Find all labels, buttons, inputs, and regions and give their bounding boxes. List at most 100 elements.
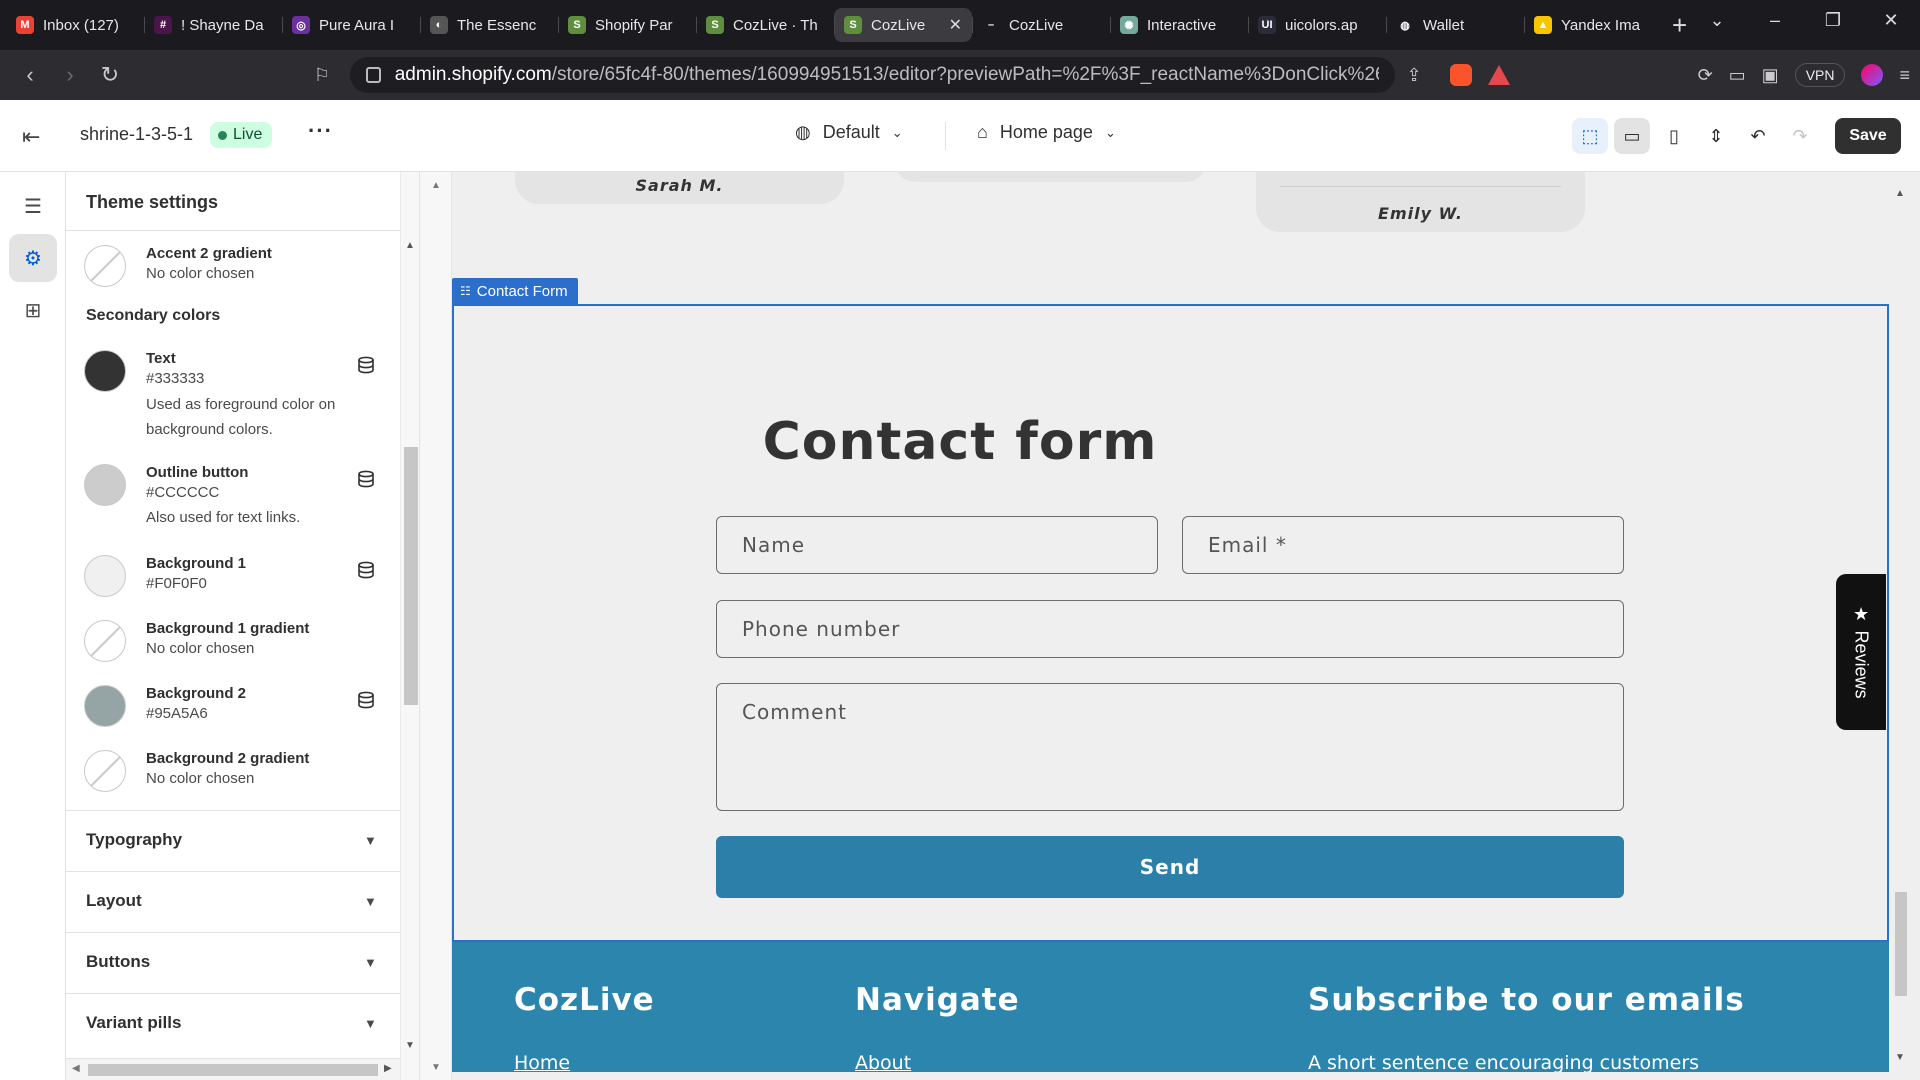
more-actions-button[interactable]: ···: [308, 118, 333, 144]
preview-left-scrollbar[interactable]: ▲ ▼: [420, 172, 452, 1080]
database-icon[interactable]: [357, 691, 375, 709]
site-settings-icon[interactable]: [366, 67, 381, 83]
scroll-left-icon[interactable]: ◀: [72, 1063, 80, 1074]
back-icon[interactable]: ‹: [10, 62, 50, 88]
panel-divider: [66, 230, 400, 231]
desktop-view-icon[interactable]: ▭: [1614, 118, 1650, 154]
leo-ai-icon[interactable]: ⟳: [1698, 65, 1713, 86]
browser-tab[interactable]: – CozLive: [972, 8, 1110, 42]
inspector-icon[interactable]: ⬚: [1572, 118, 1608, 154]
footer-link-home[interactable]: Home: [514, 1052, 570, 1072]
browser-tab[interactable]: M Inbox (127): [6, 8, 144, 42]
theme-settings-icon[interactable]: ⚙: [9, 234, 57, 282]
browser-tab[interactable]: # ! Shayne Da: [144, 8, 282, 42]
preview-right-scrollbar[interactable]: ▲ ▼: [1892, 172, 1910, 1080]
color-swatch[interactable]: [84, 555, 126, 597]
send-button[interactable]: Send: [716, 836, 1624, 898]
section-label-tag[interactable]: ☷ Contact Form: [452, 278, 578, 304]
vpn-button[interactable]: VPN: [1794, 63, 1846, 87]
sections-icon[interactable]: ☰: [9, 182, 57, 230]
minimize-icon[interactable]: –: [1746, 10, 1804, 31]
save-button[interactable]: Save: [1835, 118, 1901, 154]
new-tab-icon[interactable]: +: [1672, 10, 1687, 41]
comment-placeholder: Comment: [742, 700, 847, 724]
toolbar-extensions: [1450, 50, 1510, 100]
undo-icon[interactable]: ↶: [1740, 118, 1776, 154]
browser-tab[interactable]: ✺ Interactive: [1110, 8, 1248, 42]
fullscreen-icon[interactable]: ⇕: [1698, 118, 1734, 154]
restore-icon[interactable]: ❐: [1804, 10, 1862, 31]
accordion-typography[interactable]: Typography ▼: [66, 810, 400, 871]
mobile-view-icon[interactable]: ▯: [1656, 118, 1692, 154]
redo-icon[interactable]: ↷: [1782, 118, 1818, 154]
color-setting-background-1[interactable]: Background 1 #F0F0F0: [84, 555, 384, 605]
scroll-up-icon[interactable]: ▲: [431, 180, 441, 191]
name-input[interactable]: Name: [716, 516, 1158, 574]
browser-tab[interactable]: S Shopify Par: [558, 8, 696, 42]
browser-tab[interactable]: S CozLive ✕: [834, 8, 972, 42]
comment-textarea[interactable]: Comment: [716, 683, 1624, 811]
forward-icon[interactable]: ›: [50, 62, 90, 88]
apps-icon[interactable]: ⊞: [9, 286, 57, 334]
reload-icon[interactable]: ↻: [90, 62, 130, 88]
close-window-icon[interactable]: ✕: [1862, 10, 1920, 31]
database-icon[interactable]: [357, 470, 375, 488]
wallet-icon[interactable]: ▣: [1762, 65, 1779, 86]
color-swatch[interactable]: [84, 685, 126, 727]
share-icon[interactable]: ⇪: [1394, 65, 1434, 86]
scroll-down-icon[interactable]: ▼: [431, 1062, 441, 1073]
scrollbar-thumb[interactable]: [88, 1064, 378, 1076]
slack-icon: #: [154, 16, 172, 34]
color-setting-accent-2-gradient[interactable]: Accent 2 gradient No color chosen: [84, 245, 384, 295]
browser-tab[interactable]: ◎ Pure Aura I: [282, 8, 420, 42]
database-icon[interactable]: [357, 356, 375, 374]
review-card: Emily W.: [1256, 172, 1585, 232]
color-swatch[interactable]: [84, 620, 126, 662]
accordion-layout[interactable]: Layout ▼: [66, 871, 400, 932]
address-bar[interactable]: admin.shopify.com/store/65fc4f-80/themes…: [350, 57, 1395, 93]
page-selector[interactable]: ⌂ Home page ⌄: [977, 122, 1116, 143]
email-input[interactable]: Email *: [1182, 516, 1624, 574]
theme-selector[interactable]: ◍ Default ⌄: [795, 122, 903, 143]
reviews-widget-tab[interactable]: ★ Reviews: [1836, 574, 1886, 730]
accordion-label: Layout: [86, 891, 142, 910]
color-swatch[interactable]: [84, 350, 126, 392]
browser-tab[interactable]: ◍ Wallet: [1386, 8, 1524, 42]
browser-tab[interactable]: ▲ Yandex Ima: [1524, 8, 1662, 42]
accordion-buttons[interactable]: Buttons ▼: [66, 932, 400, 993]
close-tab-icon[interactable]: ✕: [949, 15, 962, 35]
database-icon[interactable]: [357, 561, 375, 579]
panel-scrollbar[interactable]: ▲ ▼: [400, 172, 419, 1080]
color-swatch[interactable]: [84, 245, 126, 287]
accordion-variant-pills[interactable]: Variant pills ▼: [66, 993, 400, 1054]
bookmark-icon[interactable]: ⚐: [302, 65, 342, 86]
color-setting-background-2-gradient[interactable]: Background 2 gradient No color chosen: [84, 750, 384, 800]
chevron-down-icon: ⌄: [1104, 124, 1116, 140]
scroll-up-icon[interactable]: ▲: [405, 240, 415, 251]
browser-tab[interactable]: ◐ The Essenc: [420, 8, 558, 42]
brave-shields-icon[interactable]: [1450, 64, 1472, 86]
scrollbar-thumb[interactable]: [404, 447, 418, 705]
color-swatch[interactable]: [84, 750, 126, 792]
exit-icon[interactable]: ⇤: [22, 124, 48, 149]
tab-label: Yandex Ima: [1561, 16, 1640, 34]
scrollbar-thumb[interactable]: [1895, 892, 1907, 996]
color-setting-background-2[interactable]: Background 2 #95A5A6: [84, 685, 384, 735]
scroll-up-icon[interactable]: ▲: [1895, 188, 1905, 199]
browser-tab[interactable]: UI uicolors.ap: [1248, 8, 1386, 42]
profile-avatar[interactable]: [1861, 64, 1884, 86]
sidebar-icon[interactable]: ▭: [1729, 65, 1746, 86]
color-setting-outline-button[interactable]: Outline button #CCCCCC Also used for tex…: [84, 464, 384, 534]
footer-link-about[interactable]: About: [855, 1052, 911, 1072]
panel-horizontal-scrollbar[interactable]: ◀ ▶: [66, 1058, 400, 1080]
panel-title: Theme settings: [86, 192, 219, 212]
color-setting-background-1-gradient[interactable]: Background 1 gradient No color chosen: [84, 620, 384, 670]
tab-search-icon[interactable]: ⌄: [1688, 10, 1746, 31]
brave-rewards-icon[interactable]: [1488, 65, 1510, 85]
scroll-down-icon[interactable]: ▼: [1895, 1052, 1905, 1063]
browser-tab[interactable]: S CozLive · Th: [696, 8, 834, 42]
menu-icon[interactable]: ≡: [1899, 65, 1910, 86]
scroll-down-icon[interactable]: ▼: [405, 1040, 415, 1051]
scroll-right-icon[interactable]: ▶: [384, 1063, 392, 1074]
phone-input[interactable]: Phone number: [716, 600, 1624, 658]
